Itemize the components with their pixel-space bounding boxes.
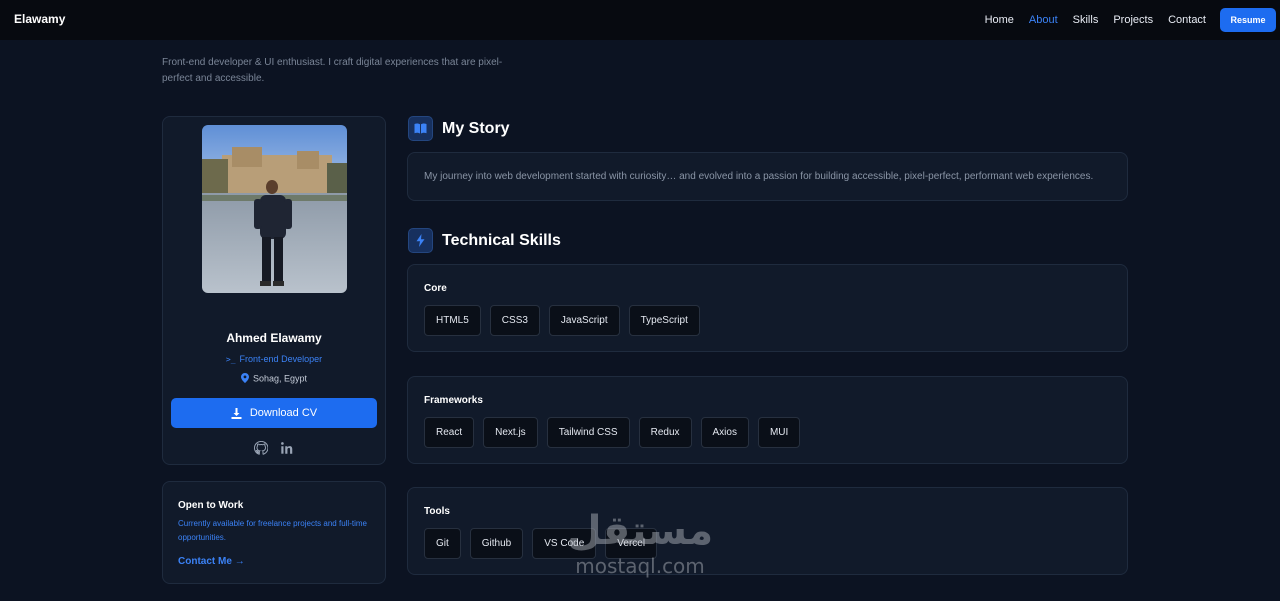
skill-chip: React bbox=[424, 417, 475, 448]
terminal-icon: >_ bbox=[225, 355, 236, 364]
nav-links: Home About Skills Projects Contact bbox=[970, 14, 1206, 26]
skills-core-card: Core HTML5 CSS3 JavaScript TypeScript bbox=[407, 264, 1128, 352]
profile-role-text: Front-end Developer bbox=[239, 354, 323, 364]
profile-card: Ahmed Elawamy >_ Front-end Developer Soha… bbox=[162, 116, 386, 465]
nav-link-about[interactable]: About bbox=[1029, 14, 1058, 26]
skill-chip: VS Code bbox=[532, 528, 597, 559]
book-icon bbox=[408, 116, 433, 141]
my-story-heading: My Story bbox=[408, 116, 510, 141]
open-to-work-text: Currently available for freelance projec… bbox=[178, 519, 367, 542]
map-pin-icon bbox=[240, 373, 249, 385]
nav-link-skills[interactable]: Skills bbox=[1073, 14, 1099, 26]
nav-link-projects[interactable]: Projects bbox=[1113, 14, 1153, 26]
skill-chip: HTML5 bbox=[424, 305, 481, 336]
download-cv-button[interactable]: Download CV bbox=[171, 398, 377, 428]
profile-name: Ahmed Elawamy bbox=[226, 331, 322, 345]
linkedin-icon[interactable] bbox=[280, 441, 294, 455]
skill-chip: Redux bbox=[638, 417, 692, 448]
social-links bbox=[163, 441, 385, 455]
profile-role: >_ Front-end Developer bbox=[163, 354, 385, 364]
my-story-title: My Story bbox=[442, 119, 510, 137]
contact-me-label: Contact Me bbox=[178, 556, 232, 567]
skills-frameworks-card: Frameworks React Next.js Tailwind CSS Re… bbox=[407, 376, 1128, 464]
download-cv-label: Download CV bbox=[249, 407, 318, 419]
brand-logo[interactable]: Elawamy bbox=[14, 12, 65, 26]
skill-chip: MUI bbox=[757, 417, 801, 448]
nav-link-contact[interactable]: Contact bbox=[1168, 14, 1206, 26]
intro-text: Front-end developer & UI enthusiast. I c… bbox=[162, 57, 503, 84]
skill-chip: Tailwind CSS bbox=[546, 417, 630, 448]
profile-photo bbox=[202, 125, 347, 293]
arrow-right-icon: → bbox=[234, 556, 245, 567]
open-to-work-title: Open to Work bbox=[178, 500, 244, 511]
skill-chip: CSS3 bbox=[489, 305, 540, 336]
resume-button[interactable]: Resume bbox=[1220, 8, 1276, 32]
download-icon bbox=[231, 407, 242, 419]
skill-chip: Git bbox=[424, 528, 461, 559]
skill-chip: Vercel bbox=[605, 528, 658, 559]
technical-skills-title: Technical Skills bbox=[442, 231, 561, 249]
skill-chip: Github bbox=[469, 528, 524, 559]
skill-chips: HTML5 CSS3 JavaScript TypeScript bbox=[424, 305, 700, 336]
skill-group-title: Tools bbox=[424, 506, 450, 517]
profile-location: Sohag, Egypt bbox=[163, 373, 385, 385]
story-text: My journey into web development started … bbox=[424, 171, 1094, 182]
skill-group-title: Frameworks bbox=[424, 395, 483, 406]
skill-group-title: Core bbox=[424, 283, 447, 294]
open-to-work-card: Open to Work Currently available for fre… bbox=[162, 481, 386, 584]
skill-chips: React Next.js Tailwind CSS Redux Axios M… bbox=[424, 417, 801, 448]
lightning-icon bbox=[408, 228, 433, 253]
technical-skills-heading: Technical Skills bbox=[408, 228, 561, 253]
story-card: My journey into web development started … bbox=[407, 152, 1128, 201]
github-icon[interactable] bbox=[254, 441, 268, 455]
skill-chip: TypeScript bbox=[628, 305, 700, 336]
skill-chip: Next.js bbox=[483, 417, 538, 448]
skills-tools-card: Tools Git Github VS Code Vercel bbox=[407, 487, 1128, 575]
contact-me-link[interactable]: Contact Me → bbox=[178, 556, 245, 567]
nav-link-home[interactable]: Home bbox=[985, 14, 1014, 26]
skill-chip: JavaScript bbox=[548, 305, 620, 336]
profile-location-text: Sohag, Egypt bbox=[252, 373, 308, 384]
navbar: Elawamy Home About Skills Projects Conta… bbox=[0, 0, 1280, 40]
skill-chip: Axios bbox=[700, 417, 749, 448]
skill-chips: Git Github VS Code Vercel bbox=[424, 528, 658, 559]
